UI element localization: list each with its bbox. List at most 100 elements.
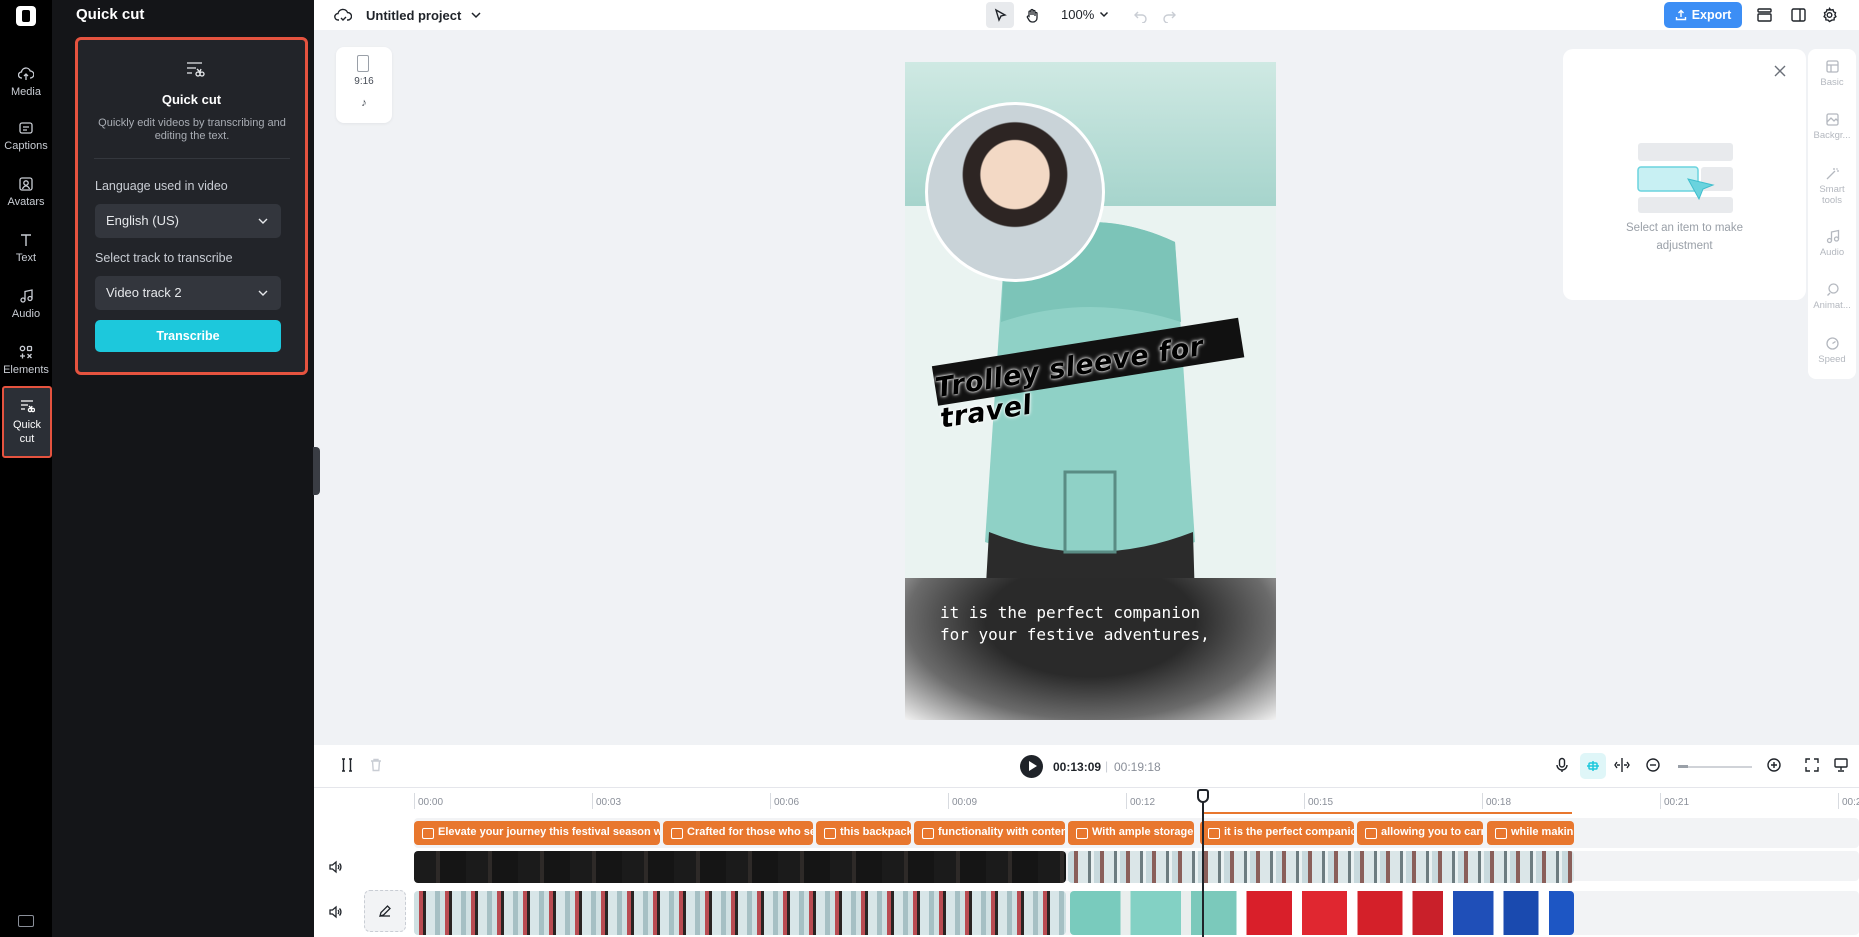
ruler-label: 00:21 [1664,797,1690,808]
speaker-icon[interactable] [328,860,342,874]
track-select[interactable]: Video track 2 [95,276,281,310]
pencil-icon [379,905,391,917]
split-icon[interactable] [339,757,355,773]
tab-basic[interactable]: Basic [1808,59,1856,88]
hand-icon [1026,8,1038,23]
cloud-save-icon[interactable] [334,7,352,23]
speaker-icon[interactable] [328,905,342,919]
tab-speed[interactable]: Speed [1808,336,1856,365]
edit-track-button[interactable] [364,890,406,932]
ruler-tick [1304,793,1305,809]
trash-icon[interactable] [368,757,384,773]
split-clip-icon[interactable] [1614,757,1630,773]
microphone-icon[interactable] [1554,757,1570,773]
undo-button[interactable] [1126,2,1154,28]
panel-title: Quick cut [76,6,145,23]
background-icon [1825,113,1839,126]
redo-button[interactable] [1155,2,1183,28]
tiktok-icon: ♪ [361,97,367,109]
presentation-icon[interactable] [1833,757,1849,773]
caption-clip[interactable]: functionality with conten [914,821,1065,845]
caption-clip[interactable]: it is the perfect companio [1200,821,1354,845]
ruler-tick [1482,793,1483,809]
ruler-tick [1126,793,1127,809]
video-clip-backpacks[interactable] [1070,891,1574,935]
rail-item-elements[interactable]: Elements [0,334,52,386]
rail-item-media[interactable]: Media [0,56,52,108]
caption-clip[interactable]: this backpack [816,821,911,845]
rail-item-avatars[interactable]: Avatars [0,166,52,218]
language-select[interactable]: English (US) [95,204,281,238]
select-item-illustration [1637,143,1733,213]
caption-clip[interactable]: while makin [1487,821,1574,845]
quick-cut-panel: Quick cut Quick cut Quickly edit videos … [52,0,314,937]
caption-clip[interactable]: With ample storage [1068,821,1194,845]
rail-label-quick-cut: Quick cut [12,419,42,445]
ruler-label: 00:09 [952,797,978,808]
ruler-tick [770,793,771,809]
caption-clip[interactable]: allowing you to carr [1357,821,1483,845]
chevron-down-icon [258,290,268,296]
rail-item-text[interactable]: Text [0,222,52,274]
tab-background[interactable]: Backgr... [1808,112,1856,141]
animation-icon [1826,283,1839,296]
language-value: English (US) [106,213,179,228]
export-button[interactable]: Export [1664,2,1742,28]
zoom-slider-thumb[interactable] [1678,765,1688,768]
chevron-down-icon[interactable] [470,10,482,20]
chevron-down-icon[interactable] [1099,10,1109,19]
undo-icon [1133,11,1147,23]
video-clip-avatar[interactable] [414,891,1066,935]
tab-label-background: Backgr... [1813,130,1851,141]
video-preview-canvas[interactable]: Trolley sleeve for travel it is the perf… [905,62,1276,720]
selection-range-indicator [1204,812,1572,814]
text-icon [21,234,31,246]
zoom-in-icon[interactable] [1766,757,1782,773]
hand-tool-button[interactable] [1018,2,1046,28]
tab-audio[interactable]: Audio [1808,229,1856,258]
panel-collapse-handle[interactable] [313,447,320,495]
app-logo[interactable] [16,6,36,26]
ruler-label: 00:06 [774,797,800,808]
phone-icon [357,55,369,72]
layers-icon[interactable] [1756,7,1773,23]
zoom-slider-track[interactable] [1678,766,1752,768]
gear-icon[interactable] [1821,7,1838,23]
rail-label-text: Text [15,252,37,264]
playhead-line[interactable] [1202,790,1204,937]
ruler-label: 00:12 [1130,797,1156,808]
zoom-out-icon[interactable] [1645,757,1661,773]
project-title[interactable]: Untitled project [366,8,461,23]
play-button[interactable] [1020,755,1043,778]
video-clip-dark[interactable] [414,851,1066,883]
transcribe-button[interactable]: Transcribe [95,320,281,352]
select-tool-button[interactable] [986,2,1014,28]
rail-label-audio: Audio [11,308,41,320]
rail-item-captions[interactable]: Captions [0,110,52,162]
rail-item-quick-cut[interactable]: Quick cut [2,386,52,458]
timeline-toolbar: 00:13:09 | 00:19:18 [314,745,1859,787]
caption-clip[interactable]: Crafted for those who se [663,821,813,845]
fullscreen-icon[interactable] [1804,757,1820,773]
caption-clip[interactable]: Elevate your journey this festival seaso… [414,821,660,845]
aspect-ratio-label: 9:16 [354,76,374,87]
playhead-handle[interactable] [1197,789,1209,803]
caption-background [905,578,1276,720]
snap-icon [1587,761,1599,771]
zoom-level[interactable]: 100% [1061,7,1094,22]
magnet-snap-button[interactable] [1580,753,1606,779]
caption-overlay-text[interactable]: it is the perfect companion for your fes… [940,602,1240,646]
keyboard-icon[interactable] [18,915,34,927]
chevron-down-icon [258,218,268,224]
video-clip-presenter[interactable] [1068,851,1574,883]
track-value: Video track 2 [106,285,182,300]
close-icon[interactable] [1773,64,1787,78]
ruler-tick [1838,793,1839,809]
rail-item-audio[interactable]: Audio [0,278,52,330]
rail-label-media: Media [11,86,41,98]
aspect-ratio-card[interactable]: 9:16 ♪ [336,47,392,123]
tab-smart-tools[interactable]: Smart tools [1808,166,1856,206]
presenter-avatar-circle [925,102,1105,282]
tab-animation[interactable]: Animat... [1808,282,1856,311]
layout-panel-icon[interactable] [1790,7,1807,23]
